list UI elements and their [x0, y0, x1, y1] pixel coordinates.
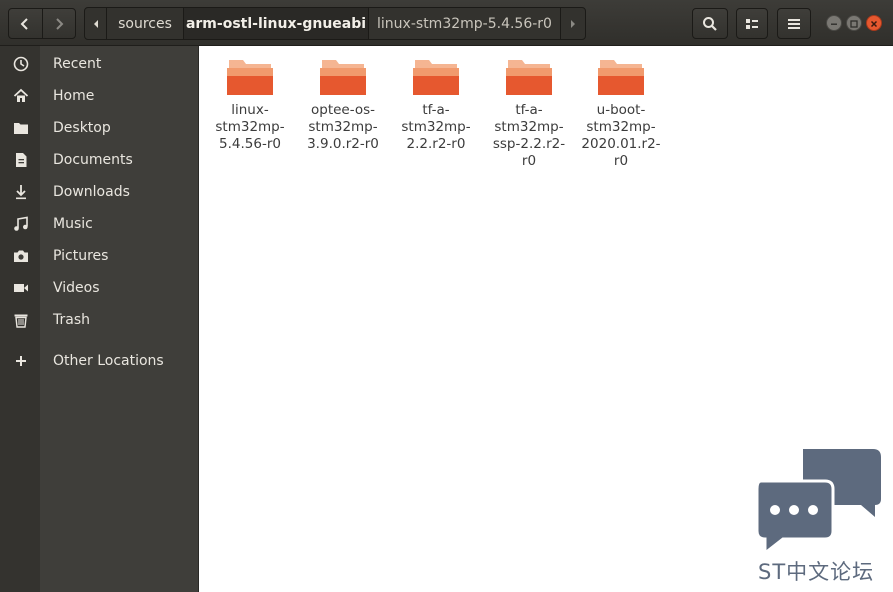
sidebar-item-home[interactable]: Home — [0, 80, 198, 112]
plus-icon — [10, 350, 32, 372]
sidebar-item-label: Documents — [53, 152, 133, 168]
folder-item[interactable]: tf-a-stm32mp- 2.2.r2-r0 — [391, 56, 481, 153]
folder-icon — [227, 60, 273, 95]
breadcrumb-item-sources[interactable]: sources — [107, 8, 184, 39]
maximize-button[interactable] — [846, 15, 862, 31]
music-icon — [10, 213, 32, 235]
back-button[interactable] — [9, 9, 42, 38]
sidebar-item-label: Other Locations — [53, 353, 164, 369]
video-icon — [10, 277, 32, 299]
sidebar-item-documents[interactable]: Documents — [0, 144, 198, 176]
minimize-button[interactable] — [826, 15, 842, 31]
sidebar: Recent Home Desktop Documents Downloads … — [0, 46, 198, 592]
sidebar-item-label: Pictures — [53, 248, 109, 264]
sidebar-item-other-locations[interactable]: Other Locations — [0, 345, 198, 377]
sidebar-item-recent[interactable]: Recent — [0, 48, 198, 80]
view-options-button[interactable] — [736, 8, 768, 39]
sidebar-item-label: Recent — [53, 56, 102, 72]
triangle-right-icon — [571, 19, 575, 28]
home-icon — [10, 85, 32, 107]
sidebar-item-label: Desktop — [53, 120, 111, 136]
sidebar-item-label: Home — [53, 88, 95, 104]
camera-icon — [10, 245, 32, 267]
sidebar-item-downloads[interactable]: Downloads — [0, 176, 198, 208]
close-button[interactable] — [866, 15, 882, 31]
sidebar-item-desktop[interactable]: Desktop — [0, 112, 198, 144]
folder-item[interactable]: tf-a-stm32mp-ssp-2.2.r2- r0 — [484, 56, 574, 170]
folder-icon — [598, 60, 644, 95]
forum-watermark-text: ST中文论坛 — [758, 560, 875, 584]
folder-icon — [506, 60, 552, 95]
breadcrumb-scroll-right[interactable] — [561, 8, 585, 39]
breadcrumb-item-child[interactable]: linux-stm32mp-5.4.56-r0 — [369, 8, 561, 39]
chevron-left-icon — [20, 17, 28, 30]
sidebar-item-videos[interactable]: Videos — [0, 272, 198, 304]
folder-icon — [10, 117, 32, 139]
sidebar-item-pictures[interactable]: Pictures — [0, 240, 198, 272]
folder-item[interactable]: optee-os-stm32mp- 3.9.0.r2-r0 — [298, 56, 388, 153]
search-icon — [703, 16, 717, 31]
header-bar: sources arm-ostl-linux-gnueabi linux-stm… — [0, 0, 893, 46]
close-icon — [870, 20, 878, 28]
breadcrumb-item-current[interactable]: arm-ostl-linux-gnueabi — [184, 8, 369, 39]
sidebar-item-label: Music — [53, 216, 93, 232]
sidebar-item-label: Trash — [53, 312, 90, 328]
document-icon — [10, 149, 32, 171]
nav-button-group — [8, 8, 76, 39]
search-button[interactable] — [692, 8, 728, 39]
menu-button[interactable] — [777, 8, 811, 39]
minimize-icon — [831, 23, 837, 25]
breadcrumb-scroll-left[interactable] — [85, 8, 107, 39]
download-icon — [10, 181, 32, 203]
sidebar-item-label: Videos — [53, 280, 100, 296]
hamburger-menu-icon — [788, 18, 800, 29]
folder-item[interactable]: u-boot-stm32mp- 2020.01.r2- r0 — [576, 56, 666, 170]
sidebar-item-label: Downloads — [53, 184, 130, 200]
sidebar-item-trash[interactable]: Trash — [0, 304, 198, 336]
folder-item[interactable]: linux-stm32mp- 5.4.56-r0 — [205, 56, 295, 153]
maximize-icon — [850, 20, 858, 28]
breadcrumb: sources arm-ostl-linux-gnueabi linux-stm… — [84, 7, 586, 40]
folder-icon — [413, 60, 459, 95]
trash-icon — [10, 309, 32, 331]
sidebar-item-music[interactable]: Music — [0, 208, 198, 240]
folder-icon — [320, 60, 366, 95]
chevron-right-icon — [56, 17, 64, 30]
view-options-icon — [746, 18, 758, 29]
triangle-left-icon — [93, 19, 98, 28]
forward-button[interactable] — [41, 9, 76, 38]
clock-icon — [10, 53, 32, 75]
